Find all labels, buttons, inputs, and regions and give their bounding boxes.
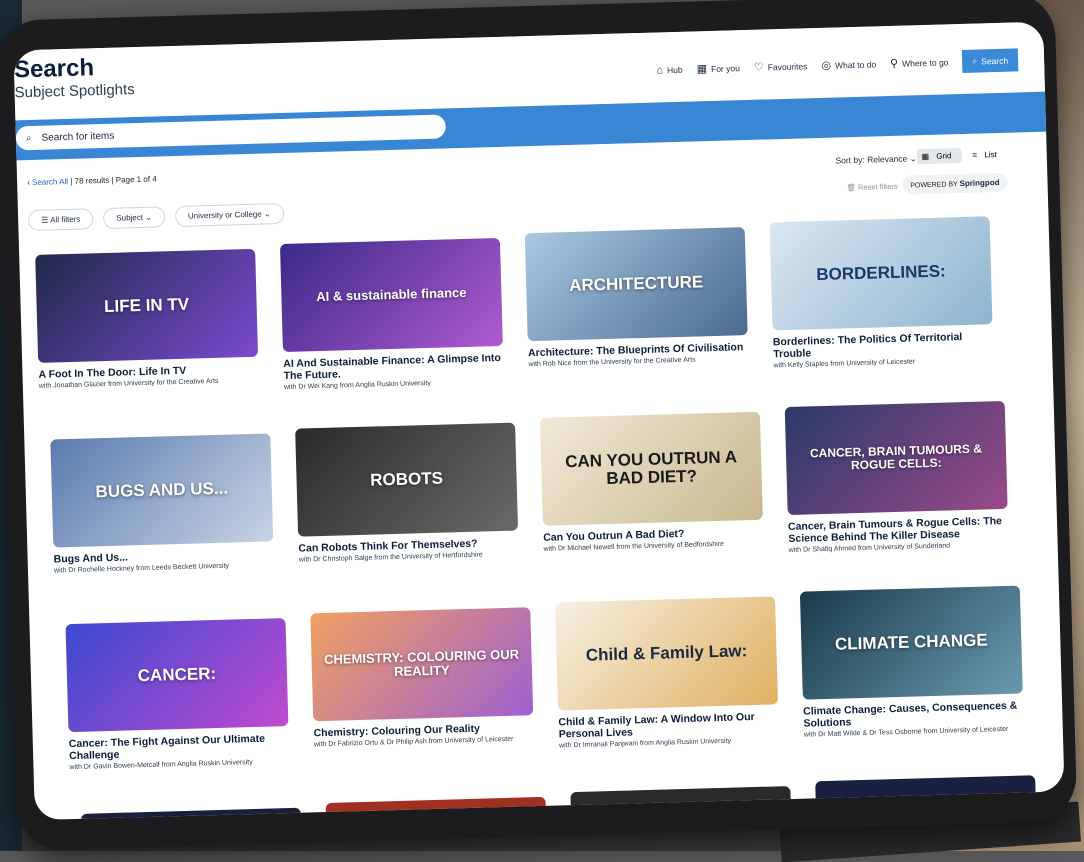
nav-hub[interactable]: ⌂ Hub	[656, 63, 683, 76]
card-thumbnail: CANCER, BRAIN TUMOURS & ROGUE CELLS:	[784, 400, 1008, 516]
card-thumb-text: BORDERLINES:	[816, 261, 946, 285]
trash-icon: 🗑	[846, 182, 857, 193]
results-info: ‹ Search All | 78 results | Page 1 of 4	[27, 174, 157, 188]
all-filters-button[interactable]: ☰ All filters	[27, 208, 94, 232]
heart-icon: ♡	[753, 61, 764, 74]
sort-value: Relevance	[867, 153, 908, 165]
card-title: Child & Family Law: A Window Into Our Pe…	[558, 711, 755, 741]
card-title: Borderlines: The Politics Of Territorial…	[772, 331, 963, 361]
card-thumbnail: BORDERLINES:	[769, 216, 993, 331]
card-thumbnail: ARCHITECTURE	[524, 227, 748, 342]
tablet-screen: Search Subject Spotlights ⌂ Hub ▦ For yo…	[13, 21, 1065, 821]
chevron-left-icon[interactable]: ‹	[27, 178, 30, 187]
university-filter[interactable]: University or College ⌄	[174, 202, 284, 227]
university-filter-label: University or College	[187, 209, 262, 221]
card-title: Cancer: The Fight Against Our Ultimate C…	[68, 732, 266, 763]
card-thumbnail-partial[interactable]	[80, 807, 302, 821]
page-title: Search	[13, 54, 95, 84]
nav-hub-label: Hub	[666, 64, 683, 75]
location-icon: ⚲	[889, 57, 899, 70]
card-thumbnail: AI & sustainable finance	[279, 237, 503, 353]
result-card[interactable]: AI & sustainable finance AI And Sustaina…	[279, 237, 504, 393]
result-card[interactable]: LIFE IN TV A Foot In The Door: Life In T…	[35, 248, 259, 392]
search-icon: ⌕	[972, 55, 978, 66]
springpod-logo: Springpod	[959, 177, 1000, 189]
card-thumbnail: BUGS AND US...	[50, 433, 274, 548]
powered-prefix: POWERED BY	[910, 181, 958, 190]
card-title: Climate Change: Causes, Consequences & S…	[803, 699, 1018, 730]
results-grid: LIFE IN TV A Foot In The Door: Life In T…	[35, 216, 1037, 821]
nav-favourites[interactable]: ♡ Favourites	[753, 59, 808, 74]
reset-filters-label: Reset filters	[857, 181, 898, 192]
card-thumb-text: CHEMISTRY: COLOURING OUR REALITY	[323, 646, 520, 680]
view-grid-label: Grid	[936, 151, 952, 161]
nav-search-label: Search	[981, 55, 1009, 66]
view-toggle: ▦ Grid ≡ List	[916, 147, 1007, 165]
result-card[interactable]: ROBOTS Can Robots Think For Themselves? …	[295, 422, 519, 566]
grid-icon: ▦	[696, 63, 708, 76]
home-icon: ⌂	[656, 63, 664, 76]
view-list-button[interactable]: ≡ List	[967, 147, 1007, 163]
nav-favourites-label: Favourites	[767, 60, 808, 72]
all-filters-label: All filters	[50, 214, 81, 225]
card-title: Cancer, Brain Tumours & Rogue Cells: The…	[787, 515, 1003, 546]
view-grid-button[interactable]: ▦ Grid	[916, 148, 962, 165]
subject-filter[interactable]: Subject ⌄	[103, 206, 166, 229]
filter-row: ☰ All filters Subject ⌄ University or Co…	[27, 202, 284, 232]
nav-where-to-go[interactable]: ⚲ Where to go	[890, 55, 949, 70]
card-thumbnail: ROBOTS	[295, 422, 519, 537]
result-card[interactable]: CAN YOU OUTRUN A BAD DIET? Can You Outru…	[539, 411, 764, 555]
card-thumb-text: AI & sustainable finance	[316, 285, 467, 305]
top-nav: ⌂ Hub ▦ For you ♡ Favourites ◎ What to d…	[656, 48, 1019, 81]
nav-what-to-do[interactable]: ◎ What to do	[821, 57, 876, 72]
card-thumbnail-partial[interactable]	[815, 775, 1037, 821]
search-all-link[interactable]: Search All	[32, 177, 68, 187]
card-thumb-text: CAN YOU OUTRUN A BAD DIET?	[564, 447, 738, 489]
sort-label: Sort by:	[835, 154, 865, 166]
card-thumb-text: Child & Family Law:	[585, 641, 748, 665]
page-subtitle: Subject Spotlights	[14, 81, 135, 102]
card-thumbnail: CLIMATE CHANGE	[799, 585, 1023, 700]
card-thumb-text: ROBOTS	[369, 468, 444, 490]
subject-filter-label: Subject	[116, 212, 144, 223]
card-thumbnail: CHEMISTRY: COLOURING OUR REALITY	[310, 607, 534, 722]
card-thumb-text: BUGS AND US...	[95, 478, 229, 502]
card-thumb-text: ARCHITECTURE	[568, 272, 704, 296]
card-thumbnail: CAN YOU OUTRUN A BAD DIET?	[539, 411, 763, 526]
card-thumb-text: CANCER:	[137, 664, 217, 686]
result-card[interactable]: CHEMISTRY: COLOURING OUR REALITY Chemist…	[310, 607, 534, 750]
results-count: 78 results	[74, 175, 110, 186]
nav-what-to-do-label: What to do	[834, 58, 877, 71]
reset-filters-button[interactable]: 🗑 Reset filters	[846, 182, 897, 192]
result-card[interactable]: ARCHITECTURE Architecture: The Blueprint…	[524, 227, 749, 370]
search-placeholder: Search for items	[41, 130, 115, 144]
card-thumb-text: LIFE IN TV	[103, 294, 190, 317]
card-thumbnail-partial[interactable]	[325, 796, 547, 821]
view-list-label: List	[984, 150, 997, 160]
search-icon: ⌕	[25, 132, 32, 144]
card-thumbnail: Child & Family Law:	[555, 596, 779, 711]
nav-for-you-label: For you	[710, 62, 740, 74]
card-thumbnail: LIFE IN TV	[35, 248, 259, 363]
compass-icon: ◎	[821, 59, 832, 72]
result-card[interactable]: BORDERLINES: Borderlines: The Politics O…	[769, 216, 994, 371]
result-card[interactable]: Child & Family Law: Child & Family Law: …	[555, 596, 779, 751]
result-card[interactable]: CANCER: Cancer: The Fight Against Our Ul…	[65, 618, 289, 773]
card-thumb-text: CANCER, BRAIN TUMOURS & ROGUE CELLS:	[809, 441, 983, 473]
nav-where-to-go-label: Where to go	[901, 56, 949, 69]
result-card[interactable]: CANCER, BRAIN TUMOURS & ROGUE CELLS: Can…	[784, 400, 1009, 556]
result-card[interactable]: BUGS AND US... Bugs And Us... with Dr Ro…	[50, 433, 274, 576]
card-thumb-text: CLIMATE CHANGE	[834, 630, 988, 654]
tablet-frame: Search Subject Spotlights ⌂ Hub ▦ For yo…	[0, 0, 1078, 851]
card-title: AI And Sustainable Finance: A Glimpse In…	[283, 351, 502, 383]
sort-control[interactable]: Sort by: Relevance ⌄	[835, 153, 917, 166]
card-thumbnail-partial[interactable]	[570, 786, 792, 821]
nav-for-you[interactable]: ▦ For you	[696, 61, 740, 76]
nav-search-tab[interactable]: ⌕ Search	[962, 48, 1019, 73]
result-card[interactable]: CLIMATE CHANGE Climate Change: Causes, C…	[799, 585, 1024, 741]
page-indicator: Page 1 of 4	[115, 174, 157, 185]
card-thumbnail: CANCER:	[65, 618, 289, 733]
powered-by-badge: POWERED BY Springpod	[902, 172, 1008, 195]
